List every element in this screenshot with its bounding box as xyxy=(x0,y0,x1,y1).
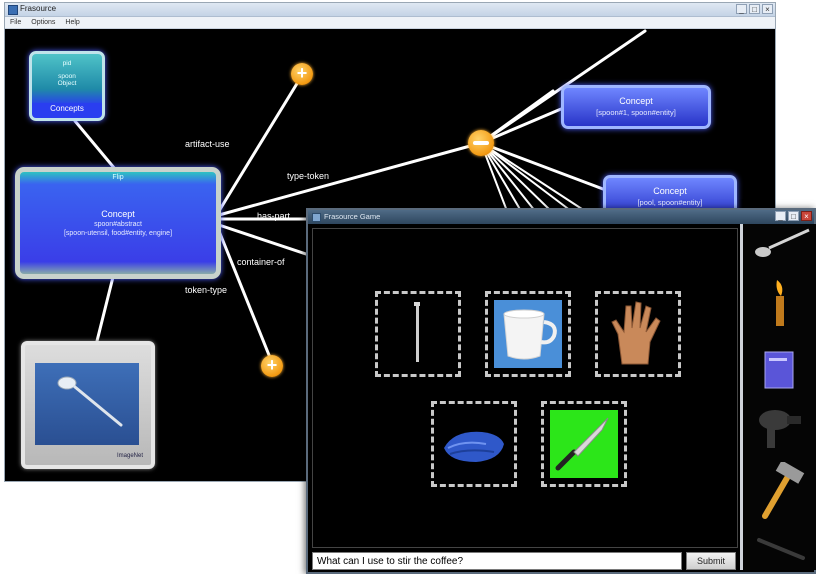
node-heading: Concept xyxy=(619,96,653,106)
close-button[interactable]: × xyxy=(801,211,812,221)
submit-button[interactable]: Submit xyxy=(686,552,736,570)
graph-window-titlebar[interactable]: Frasource _ □ × xyxy=(5,3,775,17)
node-top-label: Flip xyxy=(112,174,124,181)
expand-icon[interactable]: + xyxy=(261,355,283,377)
hammer-icon xyxy=(762,460,805,519)
edge-label-has-part: has-part xyxy=(257,211,291,221)
nail-icon xyxy=(414,302,420,362)
close-button[interactable]: × xyxy=(762,4,773,14)
spoon-icon xyxy=(755,228,810,257)
menu-file[interactable]: File xyxy=(10,17,21,28)
minimize-button[interactable]: _ xyxy=(736,4,747,14)
edge-label-artifact-use: artifact-use xyxy=(185,139,230,149)
game-board xyxy=(312,228,738,548)
node-footer: Concepts xyxy=(32,103,102,114)
edge-label-token-type: token-type xyxy=(185,285,228,295)
node-line: Object xyxy=(57,80,77,87)
palette-item-hammer[interactable] xyxy=(743,460,816,526)
image-caption: ImageNet xyxy=(116,453,143,459)
answer-slot-hand[interactable] xyxy=(595,291,681,377)
hair-dryer-icon xyxy=(759,410,801,448)
app-icon xyxy=(8,5,18,15)
torch-icon xyxy=(776,280,784,326)
book-icon xyxy=(764,351,794,389)
palette-item-spoon[interactable] xyxy=(743,224,816,268)
palette-item-torch[interactable] xyxy=(743,276,816,334)
answer-slot-knife[interactable] xyxy=(541,401,627,487)
answer-slot-towel[interactable] xyxy=(431,401,517,487)
collapse-icon[interactable] xyxy=(468,130,494,156)
answer-slot-nail[interactable] xyxy=(375,291,461,377)
node-subtitle: [pool, spoon#entity] xyxy=(637,198,703,207)
game-window-title: Frasource Game xyxy=(324,212,381,221)
palette-item-hair-dryer[interactable] xyxy=(743,404,816,456)
node-heading: Concept xyxy=(101,209,135,219)
image-node[interactable]: ImageNet xyxy=(21,341,155,469)
maximize-button[interactable]: □ xyxy=(788,211,799,221)
item-palette xyxy=(740,224,816,570)
menubar: File Options Help xyxy=(5,17,775,29)
node-line: pid xyxy=(62,60,72,67)
minimize-button[interactable]: _ xyxy=(775,211,786,221)
edge-label-container-of: container-of xyxy=(237,257,285,267)
palette-item-book[interactable] xyxy=(743,346,816,396)
pen-icon xyxy=(757,538,805,560)
concept-node-a[interactable]: Concept [spoon#1, spoon#entity] xyxy=(561,85,711,129)
node-subtitle: spoon#abstract xyxy=(94,221,142,228)
game-window: Frasource Game _ □ × What can I use to s… xyxy=(306,208,816,574)
edge-label-type-token: type-token xyxy=(287,171,330,181)
towel-icon xyxy=(444,431,504,462)
concept-node-small[interactable]: pid spoon Object Concepts xyxy=(29,51,105,121)
hand-icon xyxy=(611,301,661,365)
palette-item-pen[interactable] xyxy=(743,534,816,568)
window-title: Frasource xyxy=(20,4,57,13)
node-subtitle: [spoon#1, spoon#entity] xyxy=(596,108,676,117)
node-heading: Concept xyxy=(653,186,687,196)
node-line: spoon xyxy=(58,73,76,80)
expand-icon[interactable]: + xyxy=(291,63,313,85)
knife-icon xyxy=(555,417,609,471)
menu-options[interactable]: Options xyxy=(31,17,55,28)
game-window-titlebar[interactable]: Frasource Game _ □ × xyxy=(308,210,814,224)
answer-slot-cup[interactable] xyxy=(485,291,571,377)
maximize-button[interactable]: □ xyxy=(749,4,760,14)
spoon-photo xyxy=(35,363,139,445)
spoon-icon xyxy=(57,376,123,427)
menu-help[interactable]: Help xyxy=(65,17,79,28)
app-icon xyxy=(312,213,321,222)
concept-node-main[interactable]: Flip Concept spoon#abstract [spoon-utens… xyxy=(15,167,221,279)
cup-icon xyxy=(503,309,557,360)
node-subtitle: [spoon-utensil, food#entity, engine] xyxy=(63,230,173,237)
answer-input[interactable] xyxy=(312,552,682,570)
